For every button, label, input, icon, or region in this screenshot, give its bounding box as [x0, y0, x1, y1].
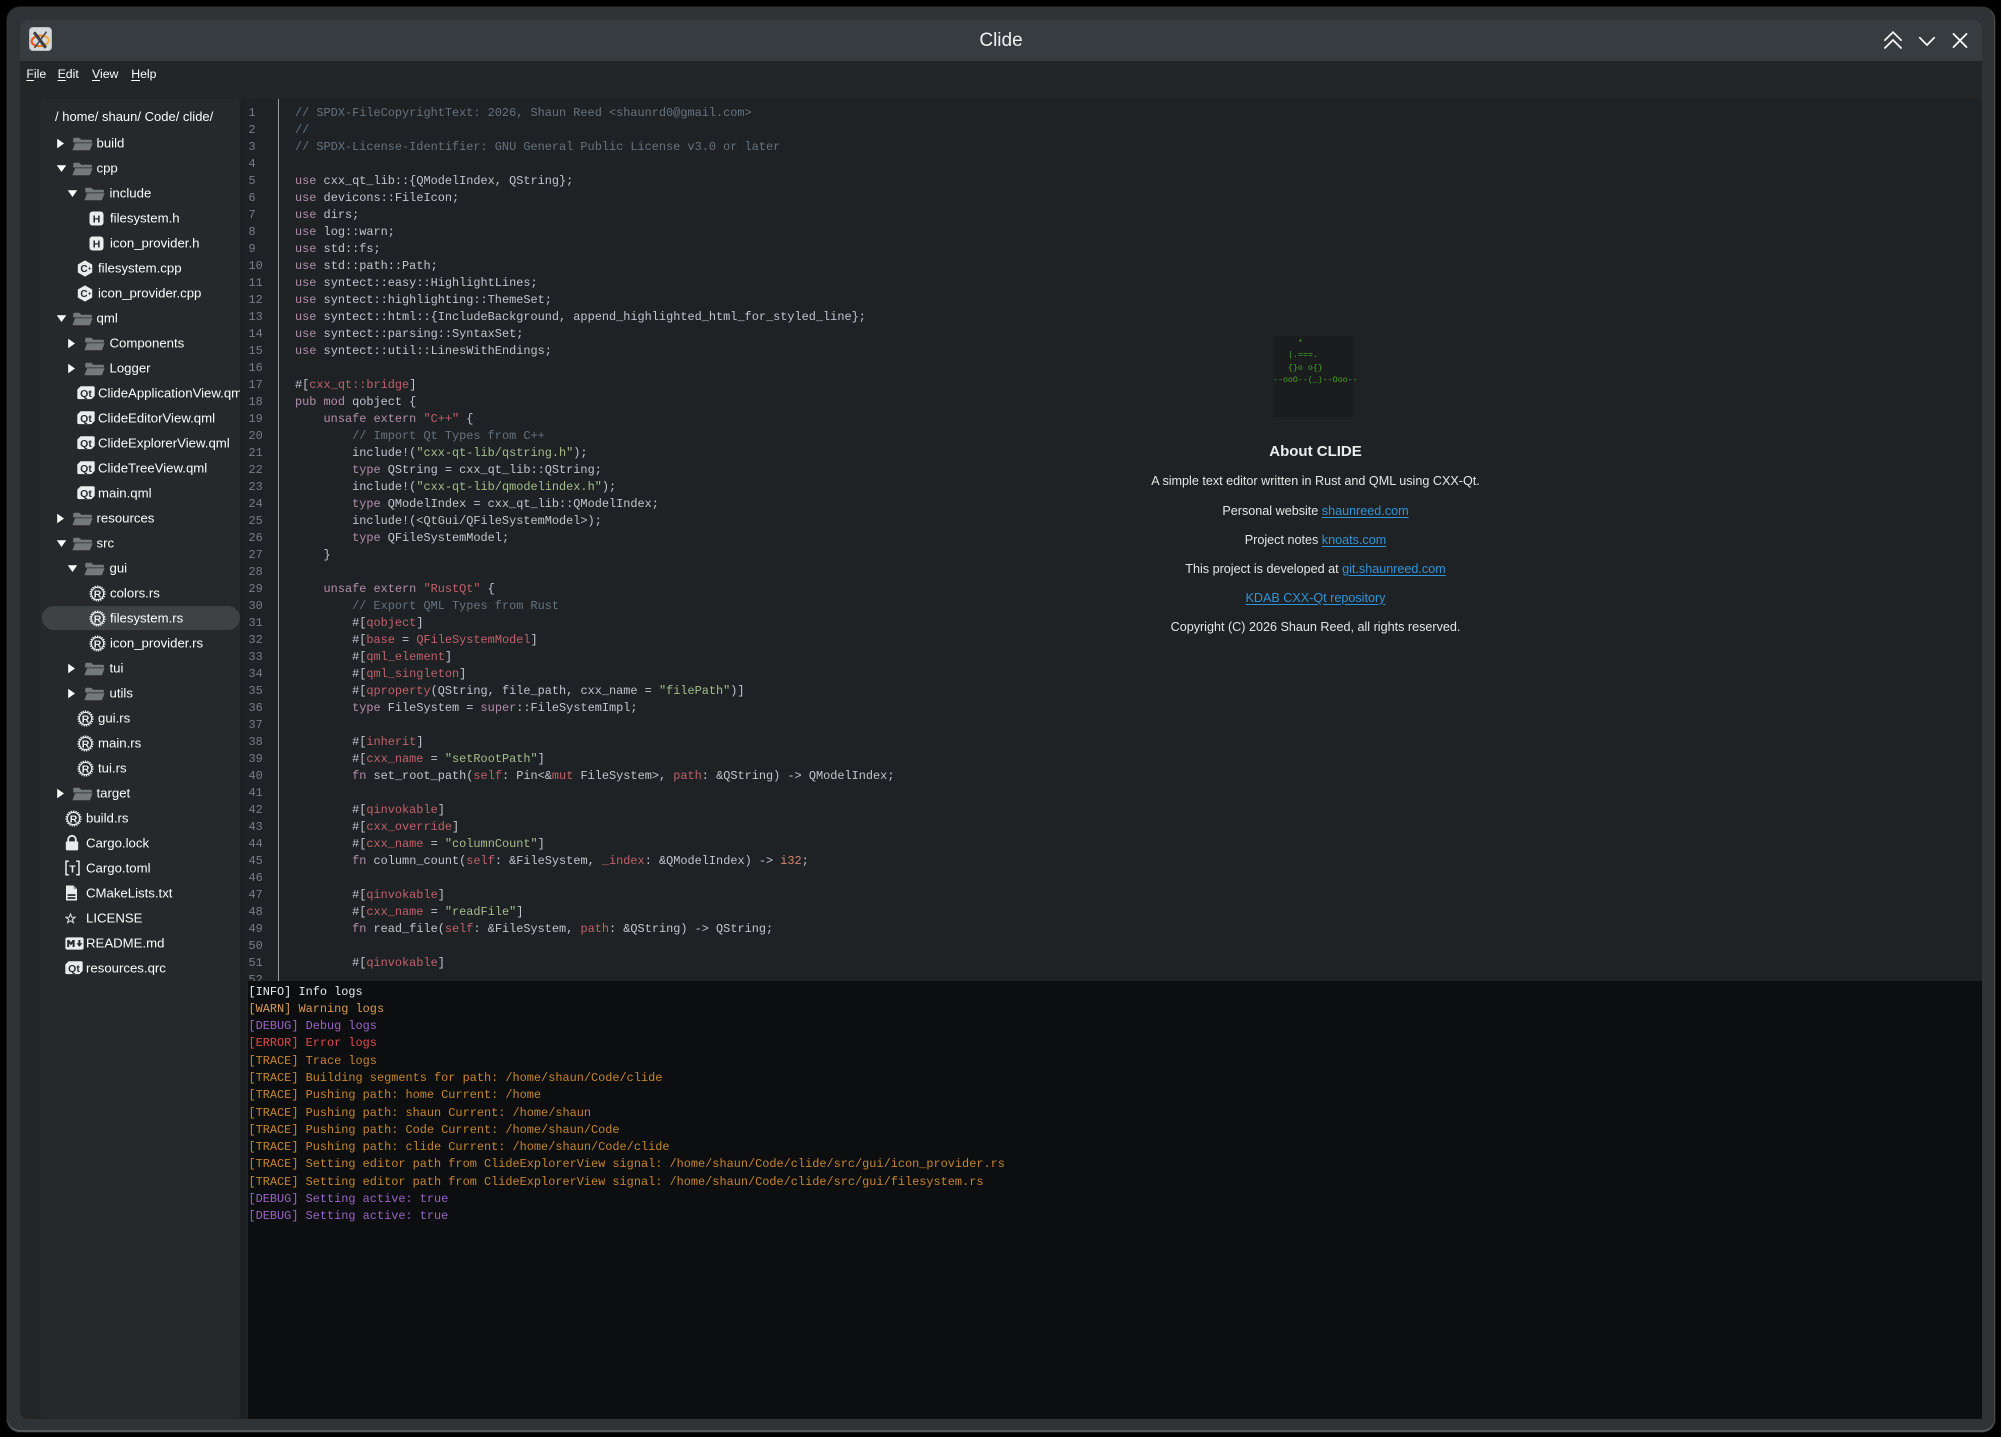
- svg-text:H: H: [93, 213, 101, 225]
- svg-text:Qt: Qt: [80, 414, 92, 425]
- svg-text:T: T: [69, 863, 76, 875]
- svg-text:Qt: Qt: [80, 439, 92, 450]
- svg-text:R: R: [81, 738, 89, 750]
- svg-text:R: R: [94, 613, 102, 625]
- svg-text:C: C: [80, 289, 87, 300]
- svg-text:R: R: [81, 713, 89, 725]
- svg-text:Qt: Qt: [80, 389, 92, 400]
- svg-text:R: R: [81, 763, 89, 775]
- svg-text:R: R: [69, 813, 77, 825]
- svg-text:Qt: Qt: [80, 464, 92, 475]
- svg-text:Qt: Qt: [80, 489, 92, 500]
- svg-text:H: H: [93, 238, 101, 250]
- svg-text:Qt: Qt: [68, 964, 80, 975]
- svg-text:+: +: [88, 291, 92, 297]
- svg-text:C: C: [80, 264, 87, 275]
- svg-text:+: +: [88, 266, 92, 272]
- svg-text:R: R: [94, 638, 102, 650]
- svg-text:R: R: [94, 588, 102, 600]
